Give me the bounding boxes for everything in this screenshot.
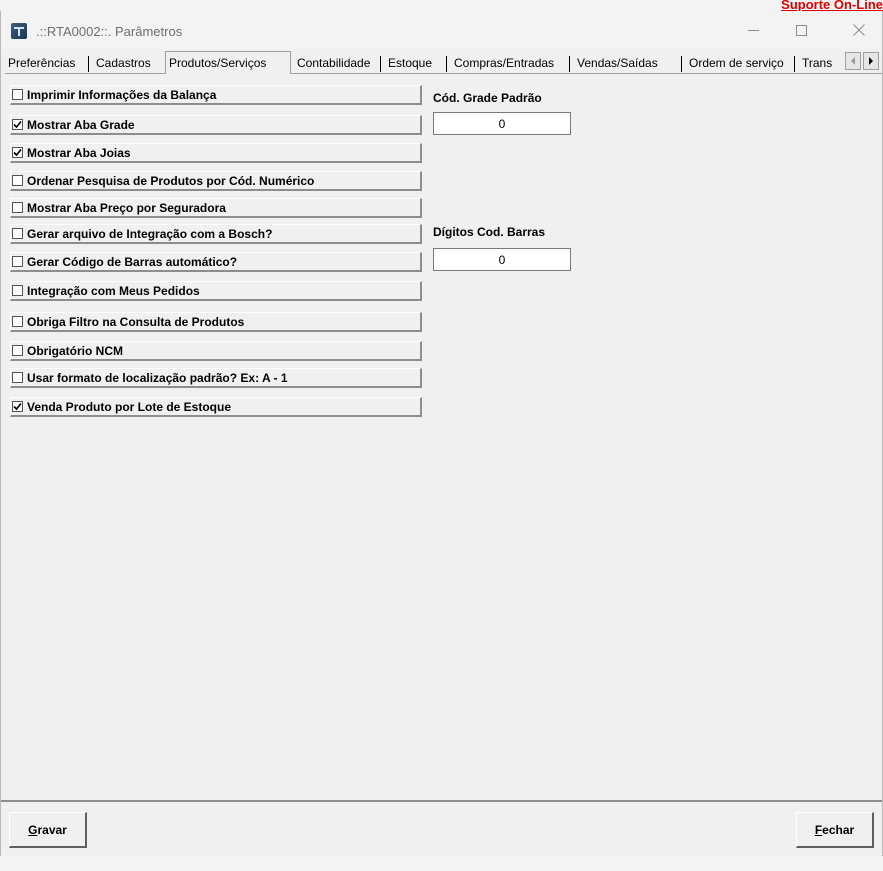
tab-contabilidade[interactable]: Contabilidade xyxy=(294,53,373,73)
tab-estoque[interactable]: Estoque xyxy=(385,53,435,73)
option-label: Mostrar Aba Joias xyxy=(27,145,131,160)
option-checkbox-0[interactable]: Imprimir Informações da Balança xyxy=(10,85,422,105)
checkbox-box[interactable] xyxy=(12,372,23,383)
checkmark-icon xyxy=(13,402,22,411)
option-label: Mostrar Aba Grade xyxy=(27,117,135,132)
option-label: Gerar Código de Barras automático? xyxy=(27,254,238,269)
close-mnemonic: F xyxy=(814,822,823,837)
option-checkbox-1[interactable]: Mostrar Aba Grade xyxy=(10,115,422,135)
minimize-icon xyxy=(747,29,759,31)
option-label: Integração com Meus Pedidos xyxy=(27,283,200,298)
checkbox-box[interactable] xyxy=(12,401,23,412)
minimize-button[interactable] xyxy=(730,11,776,49)
option-label: Ordenar Pesquisa de Produtos por Cód. Nu… xyxy=(27,173,315,188)
option-checkbox-5[interactable]: Gerar arquivo de Integração com a Bosch? xyxy=(10,224,422,244)
maximize-icon xyxy=(795,24,807,36)
save-mnemonic: G xyxy=(28,822,38,837)
barcode-digits-label: Dígitos Cod. Barras xyxy=(433,225,546,239)
checkbox-box[interactable] xyxy=(12,147,23,158)
option-checkbox-4[interactable]: Mostrar Aba Preço por Seguradora xyxy=(10,198,422,218)
option-label: Imprimir Informações da Balança xyxy=(27,87,217,102)
close-window-button[interactable] xyxy=(836,11,882,49)
chevron-left-icon xyxy=(851,57,855,65)
tab-separator xyxy=(569,56,570,72)
close-icon xyxy=(853,24,865,36)
chevron-right-icon xyxy=(869,57,873,65)
tab-ordem-servico[interactable]: Ordem de serviço xyxy=(686,53,787,73)
tab-scroll-right-button[interactable] xyxy=(863,52,879,70)
option-label: Obriga Filtro na Consulta de Produtos xyxy=(27,314,245,329)
parameters-window: .::RTA0002::. Parâmetros Preferências Ca… xyxy=(0,11,883,856)
option-checkbox-9[interactable]: Obrigatório NCM xyxy=(10,341,422,361)
tab-separator xyxy=(681,56,682,72)
bottom-bar: Gravar Fechar xyxy=(1,800,882,856)
checkmark-icon xyxy=(13,120,22,129)
tab-compras-entradas[interactable]: Compras/Entradas xyxy=(451,53,557,73)
option-label: Venda Produto por Lote de Estoque xyxy=(27,399,232,414)
tab-produtos-servicos[interactable]: Produtos/Serviços xyxy=(165,51,291,74)
app-logo-icon xyxy=(11,23,27,39)
grade-label: Cód. Grade Padrão xyxy=(433,91,542,105)
checkmark-icon xyxy=(13,148,22,157)
checkbox-box[interactable] xyxy=(12,228,23,239)
save-button[interactable]: Gravar xyxy=(9,812,87,848)
tab-separator xyxy=(446,56,447,72)
option-checkbox-2[interactable]: Mostrar Aba Joias xyxy=(10,143,422,163)
checkbox-box[interactable] xyxy=(12,316,23,327)
option-checkbox-3[interactable]: Ordenar Pesquisa de Produtos por Cód. Nu… xyxy=(10,171,422,191)
title-bar: .::RTA0002::. Parâmetros xyxy=(1,11,882,49)
checkbox-box[interactable] xyxy=(12,89,23,100)
checkbox-box[interactable] xyxy=(12,345,23,356)
close-button[interactable]: Fechar xyxy=(796,812,874,848)
barcode-digits-input[interactable] xyxy=(433,248,571,271)
checkbox-box[interactable] xyxy=(12,175,23,186)
tab-strip: Preferências Cadastros Produtos/Serviços… xyxy=(5,51,882,74)
option-checkbox-8[interactable]: Obriga Filtro na Consulta de Produtos xyxy=(10,312,422,332)
grade-input[interactable] xyxy=(433,112,571,135)
tab-scroll-left-button[interactable] xyxy=(845,52,861,70)
tab-separator xyxy=(794,56,795,72)
maximize-button[interactable] xyxy=(778,11,824,49)
tab-cadastros[interactable]: Cadastros xyxy=(93,53,154,73)
checkbox-box[interactable] xyxy=(12,202,23,213)
checkbox-box[interactable] xyxy=(12,256,23,267)
tab-separator xyxy=(88,56,89,72)
checkbox-box[interactable] xyxy=(12,119,23,130)
tab-separator xyxy=(380,56,381,72)
tab-trans[interactable]: Trans xyxy=(799,53,841,73)
option-label: Gerar arquivo de Integração com a Bosch? xyxy=(27,226,273,241)
checkbox-box[interactable] xyxy=(12,285,23,296)
option-label: Obrigatório NCM xyxy=(27,343,123,358)
option-label: Mostrar Aba Preço por Seguradora xyxy=(27,200,226,215)
option-checkbox-7[interactable]: Integração com Meus Pedidos xyxy=(10,281,422,301)
tab-vendas-saidas[interactable]: Vendas/Saídas xyxy=(574,53,661,73)
close-label: echar xyxy=(822,822,855,837)
save-label: ravar xyxy=(37,822,67,837)
tab-preferencias[interactable]: Preferências xyxy=(5,53,78,73)
option-checkbox-11[interactable]: Venda Produto por Lote de Estoque xyxy=(10,397,422,417)
option-checkbox-6[interactable]: Gerar Código de Barras automático? xyxy=(10,252,422,272)
option-label: Usar formato de localização padrão? Ex: … xyxy=(27,370,288,385)
window-title: .::RTA0002::. Parâmetros xyxy=(36,24,183,39)
option-checkbox-10[interactable]: Usar formato de localização padrão? Ex: … xyxy=(10,368,422,388)
